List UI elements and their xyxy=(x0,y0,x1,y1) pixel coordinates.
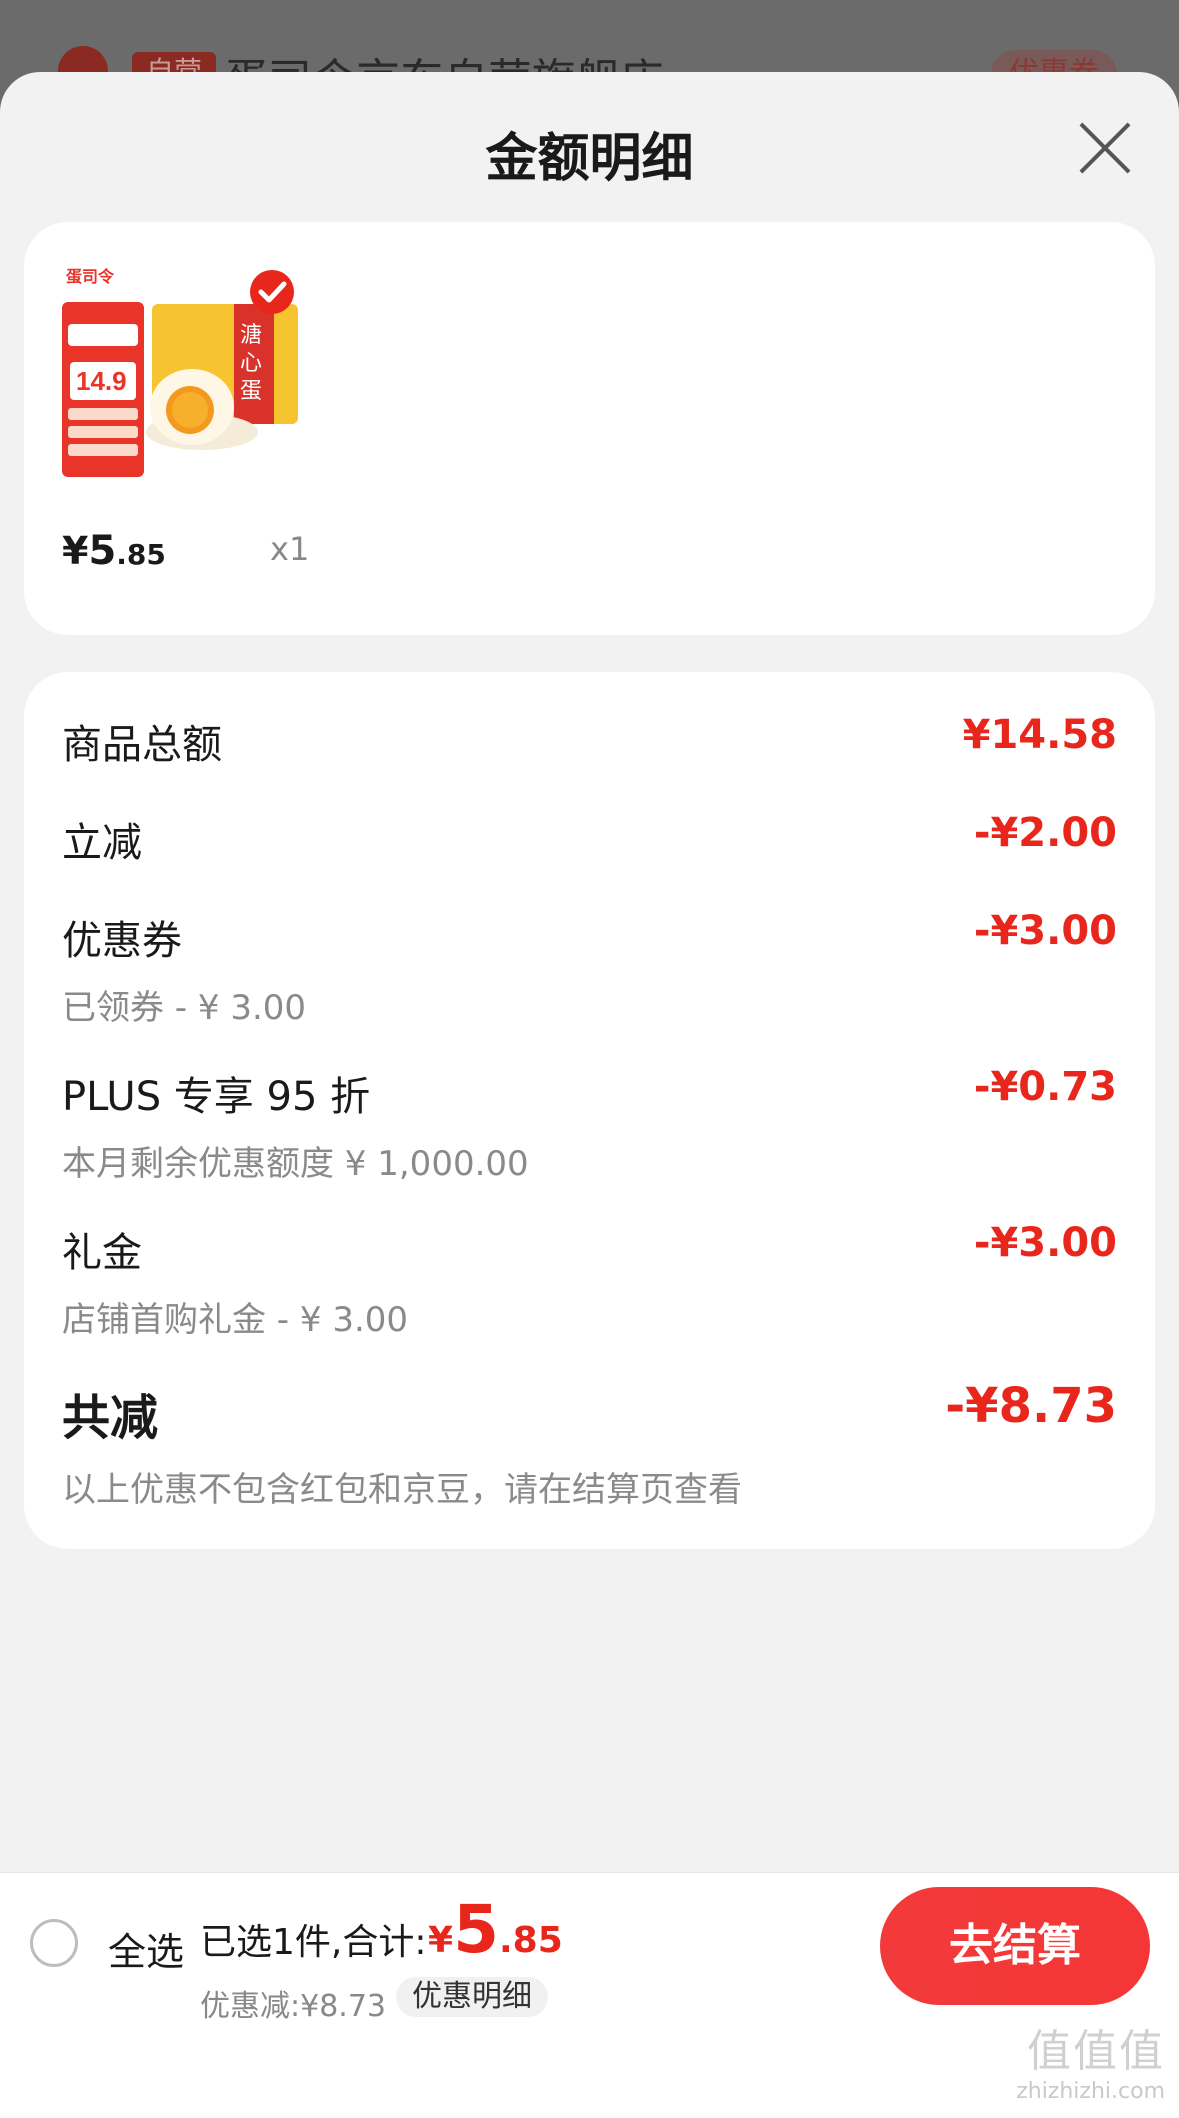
product-quantity: x1 xyxy=(270,530,310,568)
total-discount-note: 以上优惠不包含红包和京豆，请在结算页查看 xyxy=(62,1470,742,1510)
product-card: 14.9 蛋司令 溏 心 蛋 ¥5.85 x1 xyxy=(24,222,1155,635)
detail-sub: 本月剩余优惠额度 ¥ 1,000.00 xyxy=(62,1144,529,1184)
product-image[interactable]: 14.9 蛋司令 溏 心 蛋 xyxy=(62,262,332,482)
detail-amount: ¥14.58 xyxy=(962,712,1117,758)
sheet-title: 金额明细 xyxy=(485,129,694,189)
detail-sub: 店铺首购礼金 - ¥ 3.00 xyxy=(62,1300,409,1340)
detail-row-coupon: 优惠券 -¥3.00 已领券 - ¥ 3.00 xyxy=(62,908,1117,1029)
selected-summary: 已选1件,合计: xyxy=(200,1922,427,1963)
select-all-label[interactable]: 全选 xyxy=(108,1921,184,1976)
amount-detail-sheet: 金额明细 14.9 蛋司令 溏 心 蛋 ¥5.85 x1 商品总额 ¥14.58… xyxy=(0,72,1179,2118)
detail-amount: -¥0.73 xyxy=(973,1064,1117,1110)
checkout-button[interactable]: 去结算 xyxy=(880,1887,1150,2005)
selected-check-icon xyxy=(250,270,294,314)
detail-amount: -¥2.00 xyxy=(973,810,1117,856)
detail-row-plus-discount: PLUS 专享 95 折 -¥0.73 本月剩余优惠额度 ¥ 1,000.00 xyxy=(62,1064,1117,1185)
detail-amount: -¥3.00 xyxy=(973,1220,1117,1266)
watermark: 值值值 zhizhizhi.com xyxy=(1016,2026,1165,2104)
detail-row-subtotal: 商品总额 ¥14.58 xyxy=(62,712,1117,770)
detail-label: 优惠券 xyxy=(62,918,182,964)
brand-logo: 蛋司令 xyxy=(66,267,115,286)
product-price: ¥5.85 xyxy=(62,528,166,574)
detail-sub: 已领券 - ¥ 3.00 xyxy=(62,988,307,1028)
price-detail-card: 商品总额 ¥14.58 立减 -¥2.00 优惠券 -¥3.00 已领券 - ¥… xyxy=(24,672,1155,1549)
svg-text:溏: 溏 xyxy=(240,323,262,348)
detail-label: 礼金 xyxy=(62,1230,142,1276)
close-icon[interactable] xyxy=(1075,118,1135,178)
detail-label: 商品总额 xyxy=(62,722,222,768)
detail-row-instant-discount: 立减 -¥2.00 xyxy=(62,810,1117,868)
checkout-bar: 全选 已选1件,合计: ¥5.85 优惠减:¥8.73 优惠明细 去结算 xyxy=(0,1872,1179,2118)
detail-label: 立减 xyxy=(62,820,142,866)
svg-text:蛋: 蛋 xyxy=(240,379,262,404)
discount-summary: 优惠减:¥8.73 xyxy=(200,1989,386,2024)
total-discount-amount: -¥8.73 xyxy=(945,1378,1117,1434)
detail-row-total-discount: 共减 -¥8.73 以上优惠不包含红包和京豆，请在结算页查看 xyxy=(62,1378,1117,1511)
detail-amount: -¥3.00 xyxy=(973,908,1117,954)
discount-detail-button[interactable]: 优惠明细 xyxy=(396,1977,548,2017)
detail-row-gift-money: 礼金 -¥3.00 店铺首购礼金 - ¥ 3.00 xyxy=(62,1220,1117,1341)
total-price: ¥5.85 xyxy=(428,1891,563,1968)
svg-text:心: 心 xyxy=(240,351,262,376)
detail-label: PLUS 专享 95 折 xyxy=(62,1074,371,1120)
svg-text:14.9: 14.9 xyxy=(76,366,127,396)
select-all-radio[interactable] xyxy=(30,1919,78,1967)
